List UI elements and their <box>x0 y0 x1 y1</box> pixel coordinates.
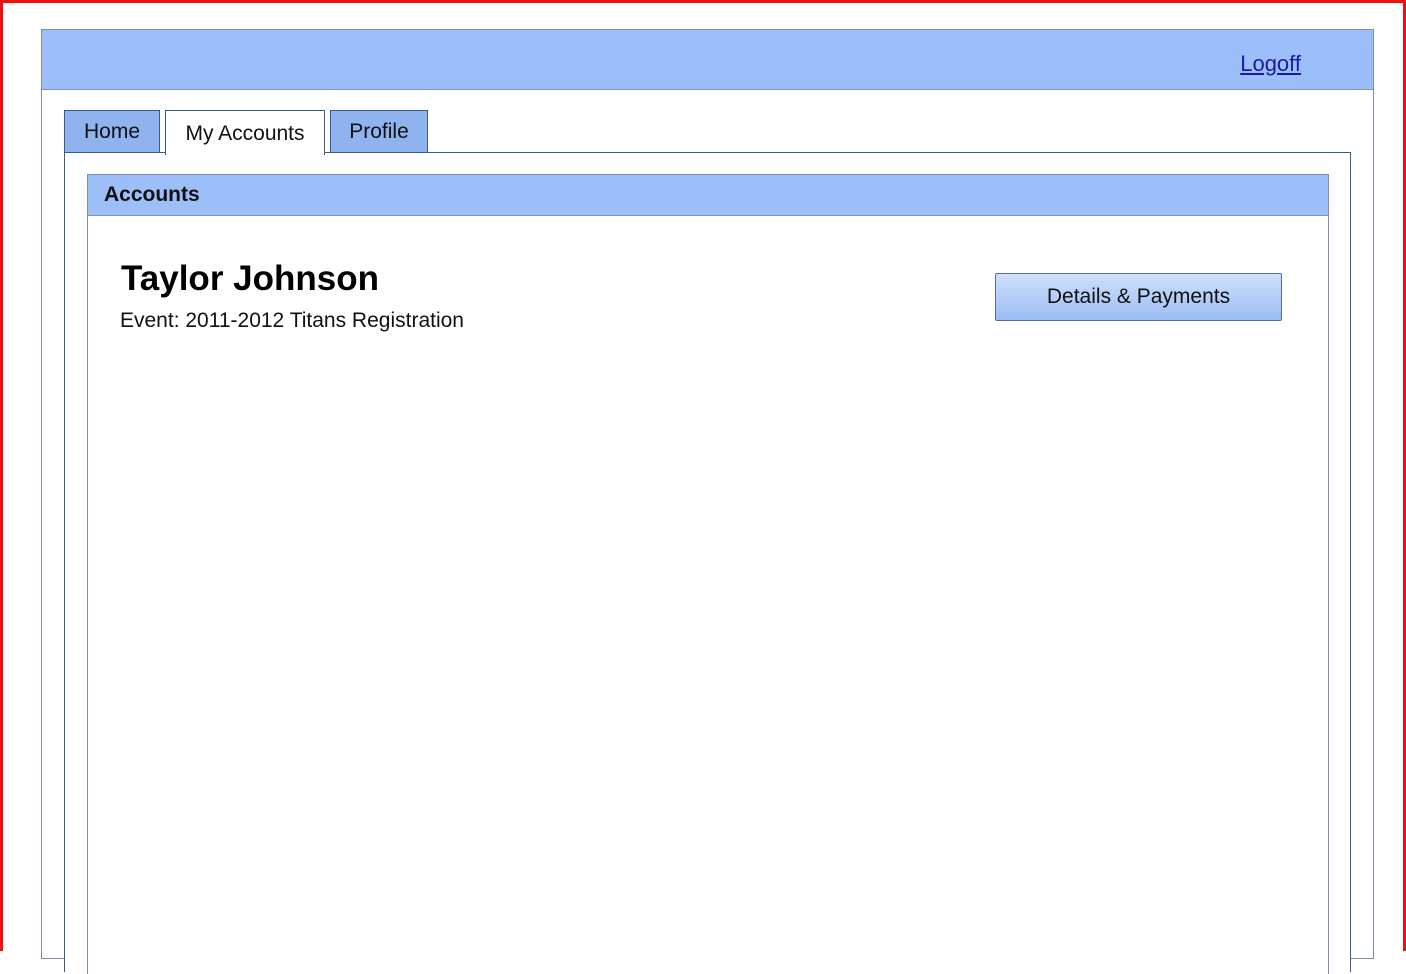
tab-my-accounts[interactable]: My Accounts <box>165 110 325 155</box>
accounts-section-title: Accounts <box>104 183 200 206</box>
accounts-section-header: Accounts <box>88 175 1328 216</box>
account-event-text: Event: 2011-2012 Titans Registration <box>120 309 464 332</box>
tab-profile[interactable]: Profile <box>330 110 428 152</box>
app-window: Logoff Home My Accounts Profile Accounts… <box>41 29 1374 974</box>
account-holder-name: Taylor Johnson <box>121 259 379 298</box>
tab-content-panel: Accounts Taylor Johnson Event: 2011-2012… <box>64 152 1351 974</box>
accounts-section: Accounts Taylor Johnson Event: 2011-2012… <box>87 174 1329 974</box>
tab-home[interactable]: Home <box>64 110 160 152</box>
logoff-link[interactable]: Logoff <box>1240 51 1301 77</box>
screenshot-frame: Logoff Home My Accounts Profile Accounts… <box>0 0 1406 974</box>
top-banner: Logoff <box>42 30 1373 90</box>
details-payments-button[interactable]: Details & Payments <box>995 273 1282 321</box>
